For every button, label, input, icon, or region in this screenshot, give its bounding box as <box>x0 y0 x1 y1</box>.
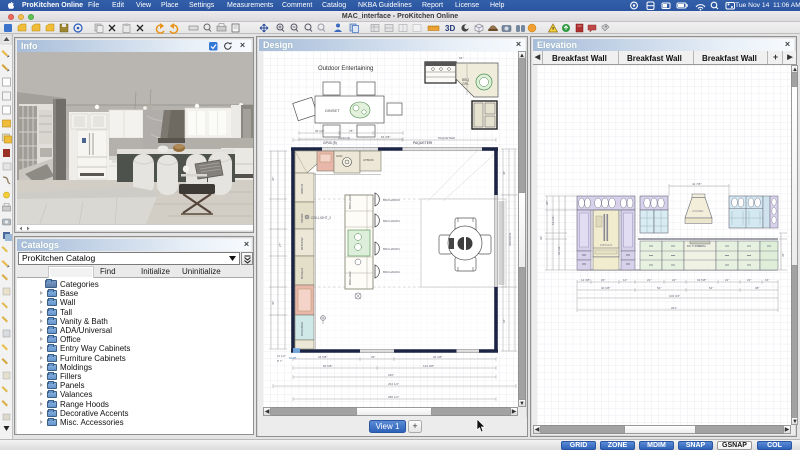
svg-text:36 1/2": 36 1/2" <box>315 129 324 133</box>
svg-text:42 7/8": 42 7/8" <box>692 182 701 186</box>
svg-text:36": 36" <box>271 177 275 181</box>
svg-text:27": 27" <box>278 243 282 247</box>
svg-text:ATB036: ATB036 <box>363 158 374 162</box>
svg-text:Outdoor Entertaining: Outdoor Entertaining <box>318 66 373 72</box>
svg-text:8' 7": 8' 7" <box>277 359 282 363</box>
svg-text:22": 22" <box>647 278 651 282</box>
svg-text:78": 78" <box>349 129 353 133</box>
svg-text:64": 64" <box>502 319 506 323</box>
svg-text:94 3/8": 94 3/8" <box>433 355 442 359</box>
svg-text:BDCHAIR: BDCHAIR <box>348 271 352 285</box>
svg-text:3D: 3D <box>445 24 455 33</box>
svg-text:201": 201" <box>671 306 677 310</box>
svg-text:GRL: GRL <box>462 82 469 86</box>
svg-text:GRIL: GRIL <box>336 154 343 158</box>
svg-text:22": 22" <box>725 278 729 282</box>
svg-text:CEILLIGHT_2: CEILLIGHT_2 <box>311 216 331 220</box>
svg-text:GP43 (9): GP43 (9) <box>338 136 350 140</box>
svg-text:26": 26" <box>601 278 605 282</box>
svg-text:GP43 (9): GP43 (9) <box>323 141 337 145</box>
svg-text:B15DRW: B15DRW <box>300 237 304 250</box>
svg-text:100 3/4": 100 3/4" <box>669 294 680 298</box>
svg-text:BDCHAIR04: BDCHAIR04 <box>383 247 400 251</box>
svg-text:96": 96" <box>539 236 543 240</box>
svg-text:286 1/2": 286 1/2" <box>388 395 399 399</box>
svg-text:DINSET: DINSET <box>325 108 340 113</box>
svg-text:240": 240" <box>388 373 394 377</box>
svg-text:51": 51" <box>657 286 661 290</box>
svg-text:WBC36: WBC36 <box>300 183 304 194</box>
svg-text:264 1/2": 264 1/2" <box>388 382 399 386</box>
svg-text:30": 30" <box>545 201 549 205</box>
svg-text:16": 16" <box>765 278 769 282</box>
svg-text:40 3/8": 40 3/8" <box>601 286 610 290</box>
svg-text:BDCHAIR04: BDCHAIR04 <box>383 198 400 202</box>
svg-text:54": 54" <box>459 56 463 60</box>
svg-text:12 3/8": 12 3/8" <box>581 278 590 282</box>
svg-text:34 1/2": 34 1/2" <box>557 246 561 255</box>
svg-text:54": 54" <box>709 286 713 290</box>
svg-text:22": 22" <box>747 278 751 282</box>
svg-text:WINDOW: WINDOW <box>508 233 512 246</box>
svg-text:FRIDGE B: FRIDGE B <box>600 243 613 247</box>
svg-text:BDCHAIR04: BDCHAIR04 <box>383 270 400 274</box>
svg-text:32 5/8": 32 5/8" <box>697 278 706 282</box>
svg-text:36": 36" <box>781 253 785 257</box>
svg-text:BASE24: BASE24 <box>300 267 304 279</box>
svg-text:14": 14" <box>623 278 627 282</box>
svg-text:BDCHAIR04: BDCHAIR04 <box>383 219 400 223</box>
svg-text:21 1/2": 21 1/2" <box>277 354 286 358</box>
svg-text:36": 36" <box>371 355 375 359</box>
svg-text:PAQUETERI: PAQUETERI <box>438 136 455 140</box>
svg-text:BG TURKU BA: BG TURKU BA <box>687 244 706 248</box>
svg-text:PAQUETERI: PAQUETERI <box>413 141 432 145</box>
svg-text:DISHWSH: DISHWSH <box>300 322 304 336</box>
svg-text:SB36B: SB36B <box>300 214 304 223</box>
svg-text:34 5/8": 34 5/8" <box>318 355 327 359</box>
svg-text:46": 46" <box>502 171 506 175</box>
svg-text:54 3/8": 54 3/8" <box>381 135 390 139</box>
svg-text:84 5/8": 84 5/8" <box>323 364 332 368</box>
svg-text:HOODED: HOODED <box>692 209 704 213</box>
svg-text:22": 22" <box>672 278 676 282</box>
svg-text:144 3/8": 144 3/8" <box>423 364 434 368</box>
svg-text:BDCHAIR: BDCHAIR <box>348 195 352 209</box>
svg-text:30": 30" <box>271 301 275 305</box>
svg-text:19 1/2": 19 1/2" <box>551 216 555 225</box>
svg-text:38": 38" <box>755 286 759 290</box>
